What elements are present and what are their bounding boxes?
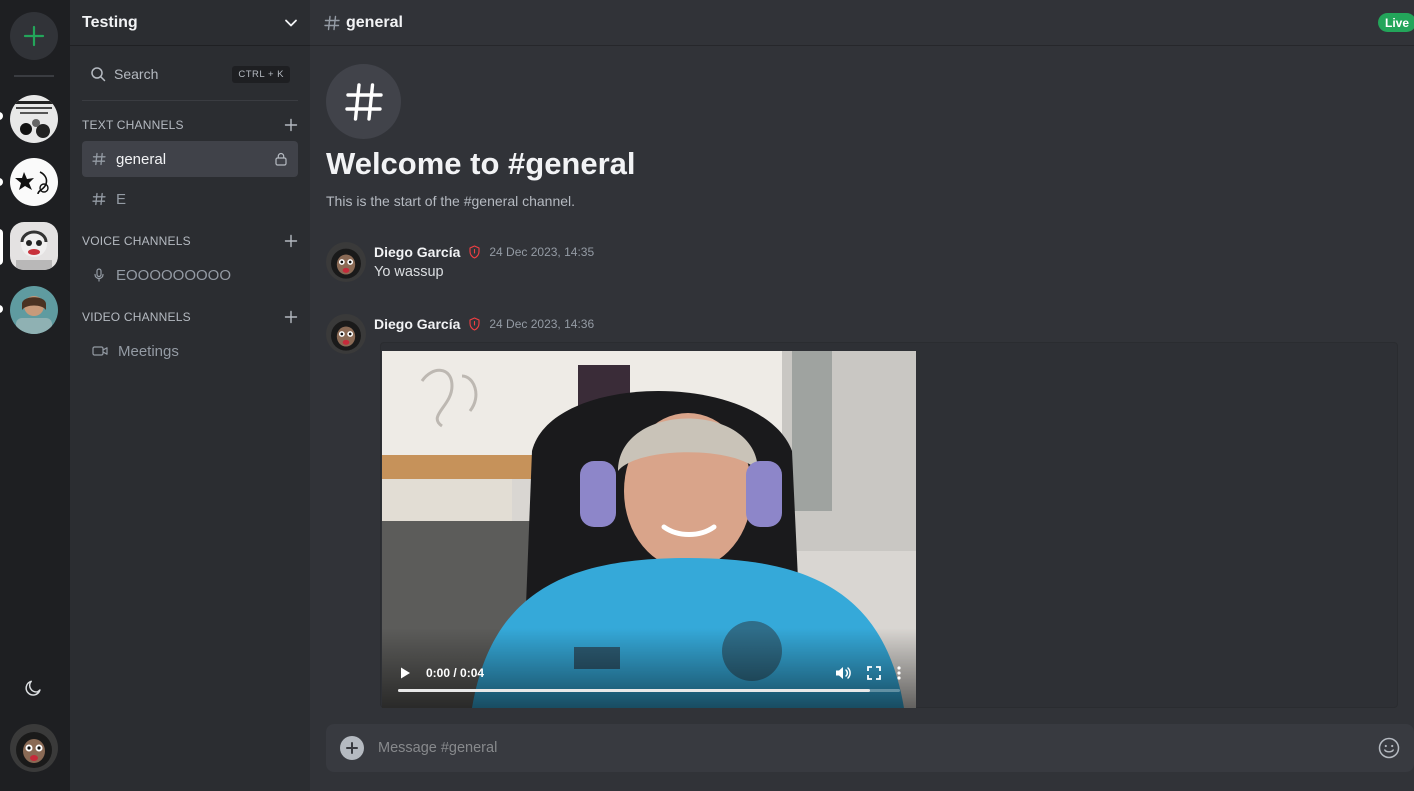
- message: Diego García 24 Dec 2023, 14:35 Yo wassu…: [326, 242, 1396, 286]
- search-icon: [91, 67, 106, 82]
- search-button[interactable]: Search CTRL + K: [82, 56, 298, 92]
- theme-toggle-button[interactable]: [22, 676, 46, 700]
- server-unread-pill: [0, 112, 3, 120]
- channel-sidebar: Testing Search CTRL + K TEXT CHANNELS ge…: [70, 0, 310, 791]
- channel-title: general: [346, 13, 403, 31]
- video-controls: 0:00 / 0:04: [382, 628, 916, 708]
- server-name: Testing: [82, 13, 138, 31]
- video-progress-track[interactable]: [398, 689, 900, 692]
- volume-icon[interactable]: [834, 665, 852, 681]
- channel-label: Meetings: [118, 342, 179, 360]
- server-unread-pill: [0, 305, 3, 313]
- emoji-icon[interactable]: [1378, 737, 1400, 759]
- welcome-title: Welcome to #general: [326, 146, 636, 181]
- chevron-down-icon: [285, 19, 297, 26]
- message-author[interactable]: Diego García: [374, 316, 460, 332]
- live-badge: Live: [1377, 13, 1414, 32]
- category-label: VIDEO CHANNELS: [82, 310, 191, 324]
- channel-meetings[interactable]: Meetings: [82, 333, 298, 369]
- channel-label: EOOOOOOOOO: [116, 266, 232, 284]
- shield-icon: [469, 245, 480, 259]
- microphone-icon: [94, 268, 104, 282]
- video-attachment[interactable]: 0:00 / 0:04: [382, 351, 916, 708]
- channel-label: general: [116, 150, 167, 168]
- plus-icon: [23, 25, 45, 47]
- message-timestamp: 24 Dec 2023, 14:35: [489, 245, 595, 259]
- shield-icon: [469, 317, 480, 331]
- welcome-subtitle: This is the start of the #general channe…: [326, 193, 576, 209]
- server-header[interactable]: Testing: [70, 0, 310, 46]
- video-progress-fill: [398, 689, 870, 692]
- chat-area: general Live Welcome to #general This is…: [310, 0, 1414, 791]
- server-active-pill: [0, 229, 3, 265]
- server-icon-4[interactable]: [10, 286, 58, 334]
- channel-header: general Live: [310, 0, 1414, 46]
- message-input[interactable]: [378, 740, 1364, 756]
- hash-icon: [344, 82, 383, 121]
- lock-icon: [275, 152, 287, 166]
- video-camera-icon: [92, 346, 108, 356]
- message-avatar[interactable]: [326, 314, 366, 354]
- moon-icon: [25, 680, 41, 696]
- message-timestamp: 24 Dec 2023, 14:36: [489, 317, 595, 331]
- category-video-channels: VIDEO CHANNELS: [82, 308, 298, 326]
- video-time: 0:00 / 0:04: [426, 666, 485, 680]
- message-avatar[interactable]: [326, 242, 366, 282]
- server-icon-1[interactable]: [10, 95, 58, 143]
- add-channel-icon[interactable]: [284, 118, 298, 132]
- fullscreen-icon[interactable]: [866, 665, 882, 681]
- hash-icon: [92, 192, 106, 206]
- user-avatar[interactable]: [10, 724, 58, 772]
- channel-label: E: [116, 190, 127, 208]
- add-server-button[interactable]: [10, 12, 58, 60]
- category-label: VOICE CHANNELS: [82, 234, 191, 248]
- search-label: Search: [114, 66, 159, 82]
- add-channel-icon[interactable]: [284, 234, 298, 248]
- search-shortcut: CTRL + K: [232, 65, 290, 83]
- channel-general[interactable]: general: [82, 141, 298, 177]
- server-icon-3[interactable]: [10, 222, 58, 270]
- sidebar-divider: [82, 100, 298, 101]
- category-voice-channels: VOICE CHANNELS: [82, 232, 298, 250]
- server-rail: [0, 0, 70, 791]
- channel-voice[interactable]: EOOOOOOOOO: [82, 257, 298, 293]
- server-unread-pill: [0, 178, 3, 186]
- message-composer: [326, 724, 1414, 772]
- server-icon-2[interactable]: [10, 158, 58, 206]
- play-icon[interactable]: [398, 666, 412, 680]
- hash-icon: [92, 152, 106, 166]
- category-label: TEXT CHANNELS: [82, 118, 184, 132]
- add-channel-icon[interactable]: [284, 310, 298, 324]
- channel-hash-avatar: [326, 64, 401, 139]
- message-text: Yo wassup: [374, 264, 444, 280]
- attach-button[interactable]: [340, 736, 364, 760]
- channel-e[interactable]: E: [82, 181, 298, 217]
- more-options-icon[interactable]: [896, 665, 902, 681]
- message-author[interactable]: Diego García: [374, 244, 460, 260]
- rail-divider: [14, 75, 54, 77]
- plus-icon: [346, 742, 358, 754]
- category-text-channels: TEXT CHANNELS: [82, 116, 298, 134]
- hash-icon: [324, 15, 340, 30]
